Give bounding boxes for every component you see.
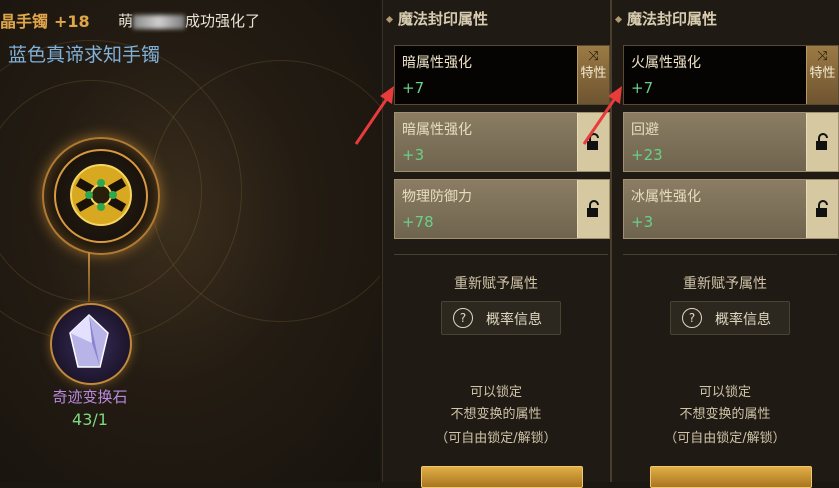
seal-attribute-panel-2: 魔法封印属性 火属性强化 +7 ⤨ 特性 回避 +23 冰属性强化 +3 重新赋…: [610, 0, 839, 488]
panel-title-text: 魔法封印属性: [398, 10, 489, 28]
divider: [623, 254, 837, 255]
annotation-arrow-icon: [582, 86, 622, 145]
crystal-stone-icon: [69, 313, 109, 368]
question-icon: ?: [453, 308, 473, 328]
attribute-name: 冰属性强化: [631, 189, 701, 205]
attribute-slot[interactable]: 火属性强化 +7 ⤨ 特性: [623, 45, 839, 105]
panel-title: 魔法封印属性: [614, 8, 718, 29]
panel-title: 魔法封印属性: [385, 8, 489, 29]
attribute-slot[interactable]: 物理防御力 +78: [394, 179, 610, 239]
lock-toggle[interactable]: [806, 113, 838, 171]
attribute-value: +3: [402, 146, 425, 164]
upgrade-level: +18: [54, 12, 90, 31]
item-partial-name: 晶手镯: [0, 12, 49, 31]
info-line: 可以锁定: [698, 385, 751, 400]
material-count: 43/1: [72, 410, 108, 429]
panel-title-text: 魔法封印属性: [627, 10, 718, 28]
attribute-value: +78: [402, 213, 434, 231]
diamond-icon: [385, 15, 394, 24]
attribute-slot[interactable]: 回避 +23: [623, 112, 839, 172]
question-icon: ?: [682, 308, 702, 328]
attribute-name: 暗属性强化: [402, 55, 472, 71]
info-line: 不想变换的属性: [679, 407, 771, 422]
trait-label: 特性: [580, 66, 607, 81]
trait-toggle[interactable]: ⤨ 特性: [806, 46, 838, 104]
shuffle-icon: ⤨: [817, 49, 828, 64]
unlocked-padlock-icon: [816, 133, 828, 150]
material-name: 奇迹变换石: [52, 388, 128, 406]
confirm-button[interactable]: [421, 466, 583, 488]
attribute-value: +3: [631, 213, 654, 231]
shuffle-icon: ⤨: [588, 49, 599, 64]
attribute-name: 物理防御力: [402, 189, 472, 205]
item-display-panel: 晶手镯 +18 萌 成功强化了 蓝色真谛求知手镯 奇迹变换石 43/1: [0, 0, 380, 482]
attribute-name: 暗属性强化: [402, 122, 472, 138]
info-line: 可以锁定: [469, 385, 522, 400]
notice-suffix: 成功强化了: [185, 12, 261, 30]
trait-label: 特性: [809, 66, 836, 81]
confirm-button[interactable]: [650, 466, 812, 488]
probability-info-label: 概率信息: [715, 312, 771, 328]
info-line: （可自由锁定/解锁）: [435, 431, 557, 446]
reassign-label: 重新赋予属性: [683, 276, 767, 292]
diamond-icon: [614, 15, 623, 24]
notice-prefix: 萌: [118, 12, 134, 30]
attribute-value: +7: [631, 79, 654, 97]
upgrade-notice: 萌 成功强化了: [118, 10, 260, 31]
probability-info-label: 概率信息: [486, 312, 542, 328]
attribute-value: +7: [402, 79, 425, 97]
divider: [394, 254, 608, 255]
blurred-username: [133, 14, 186, 29]
lock-toggle[interactable]: [577, 180, 609, 238]
attribute-name: 火属性强化: [631, 55, 701, 71]
unlocked-padlock-icon: [816, 200, 828, 217]
reassign-label: 重新赋予属性: [454, 276, 538, 292]
bracelet-icon: [70, 164, 132, 226]
item-header: 晶手镯 +18: [0, 8, 90, 32]
attribute-name: 回避: [631, 122, 659, 138]
unlocked-padlock-icon: [587, 200, 599, 217]
seal-attribute-panel-1: 魔法封印属性 暗属性强化 +7 ⤨ 特性 暗属性强化 +3 物理防御力 +78 …: [382, 0, 610, 488]
probability-info-button[interactable]: ? 概率信息: [670, 301, 790, 335]
attribute-value: +23: [631, 146, 663, 164]
annotation-arrow-icon: [354, 86, 394, 145]
probability-info-button[interactable]: ? 概率信息: [441, 301, 561, 335]
slot-connector: [88, 252, 90, 302]
info-line: 不想变换的属性: [450, 407, 542, 422]
lock-toggle[interactable]: [806, 180, 838, 238]
attribute-slot[interactable]: 冰属性强化 +3: [623, 179, 839, 239]
info-line: （可自由锁定/解锁）: [664, 431, 786, 446]
item-title: 蓝色真谛求知手镯: [8, 44, 161, 66]
